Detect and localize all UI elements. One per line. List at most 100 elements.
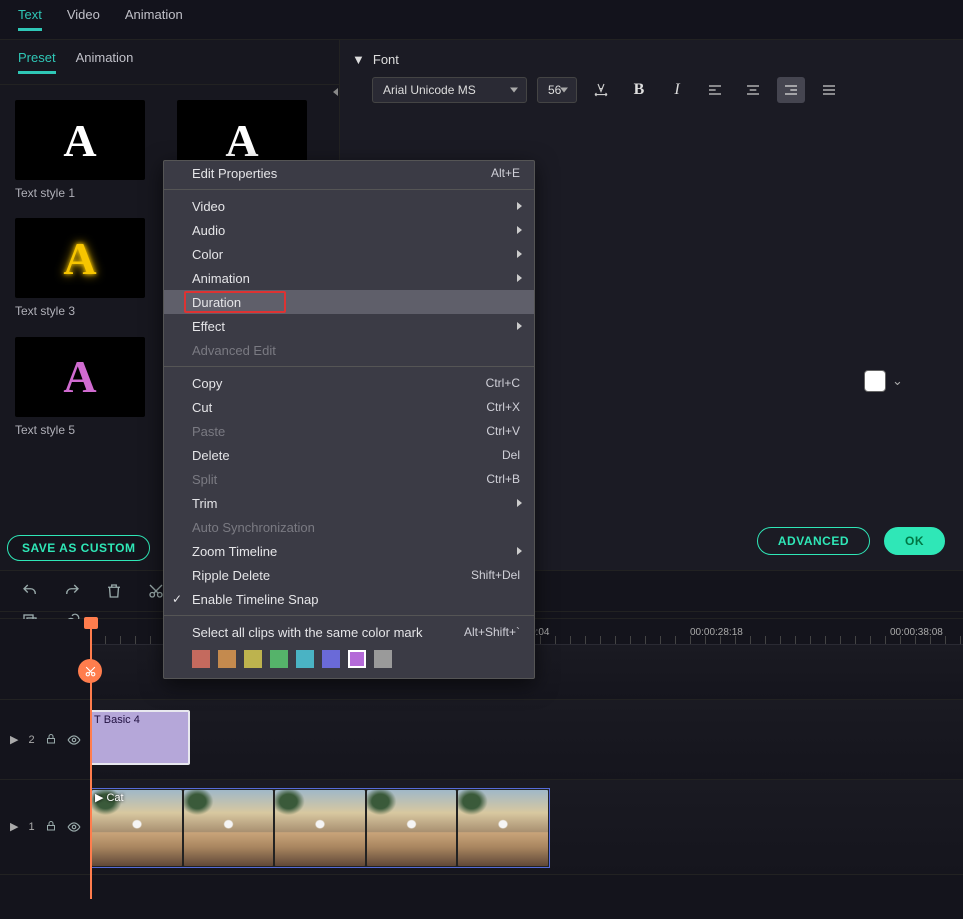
color-mark-row (164, 644, 534, 678)
text-color-picker[interactable]: ⌄ (864, 370, 903, 392)
menu-split: SplitCtrl+B (164, 467, 534, 491)
sub-tab-animation[interactable]: Animation (76, 50, 134, 74)
menu-label: Duration (192, 295, 241, 310)
menu-label: Advanced Edit (192, 343, 276, 358)
razor-handle-icon[interactable] (78, 659, 102, 683)
text-clip[interactable]: T Basic 4 (90, 710, 190, 765)
tab-animation[interactable]: Animation (125, 7, 183, 31)
bold-button[interactable]: B (625, 77, 653, 103)
menu-label: Audio (192, 223, 225, 238)
color-mark-chip[interactable] (322, 650, 340, 668)
font-section-title: Font (373, 52, 399, 67)
preset-glyph: A (225, 114, 258, 167)
font-section-header[interactable]: ▼ Font (352, 52, 943, 67)
preset-glyph: A (63, 114, 96, 167)
color-mark-chip[interactable] (192, 650, 210, 668)
text-clip-icon: T (94, 714, 101, 726)
delete-icon[interactable] (104, 581, 124, 601)
menu-label: Enable Timeline Snap (192, 592, 318, 607)
undo-icon[interactable] (20, 581, 40, 601)
menu-shortcut: Shift+Del (471, 568, 520, 582)
font-family-dropdown[interactable]: Arial Unicode MS (372, 77, 527, 103)
menu-zoom-timeline[interactable]: Zoom Timeline (164, 539, 534, 563)
align-right-button[interactable] (777, 77, 805, 103)
preset-label: Text style 3 (15, 304, 145, 318)
menu-enable-snap[interactable]: ✓ Enable Timeline Snap (164, 587, 534, 611)
preset-label: Text style 1 (15, 186, 145, 200)
video-clip-label: Cat (106, 792, 123, 804)
menu-label: Paste (192, 424, 225, 439)
redo-icon[interactable] (62, 581, 82, 601)
triangle-down-icon: ▼ (352, 52, 365, 67)
preset-item-3[interactable]: A Text style 3 (15, 218, 145, 326)
sub-tab-bar: Preset Animation (0, 40, 339, 85)
color-mark-chip[interactable] (296, 650, 314, 668)
menu-audio[interactable]: Audio (164, 218, 534, 242)
preset-glyph: A (63, 350, 96, 403)
menu-copy[interactable]: Copy Ctrl+C (164, 371, 534, 395)
tab-text[interactable]: Text (18, 7, 42, 31)
video-track-icon: ▶ (10, 733, 18, 747)
context-menu: Edit Properties Alt+E Video Audio Color … (163, 160, 535, 679)
menu-animation[interactable]: Animation (164, 266, 534, 290)
align-left-button[interactable] (701, 77, 729, 103)
menu-label: Zoom Timeline (192, 544, 277, 559)
menu-color[interactable]: Color (164, 242, 534, 266)
menu-paste: Paste Ctrl+V (164, 419, 534, 443)
menu-label: Ripple Delete (192, 568, 270, 583)
align-justify-button[interactable] (815, 77, 843, 103)
lock-icon[interactable] (45, 820, 57, 834)
menu-shortcut: Alt+Shift+` (464, 625, 520, 639)
menu-cut[interactable]: CutCtrl+X (164, 395, 534, 419)
ruler-tick: 00:00:28:18 (690, 627, 743, 638)
color-mark-chip[interactable] (348, 650, 366, 668)
video-track-icon: ▶ (10, 820, 18, 834)
font-size-dropdown[interactable]: 56 (537, 77, 577, 103)
advanced-button[interactable]: ADVANCED (757, 527, 870, 555)
preset-item-1[interactable]: A Text style 1 (15, 100, 145, 208)
eye-icon[interactable] (67, 733, 81, 747)
menu-effect[interactable]: Effect (164, 314, 534, 338)
track-number: 1 (28, 821, 34, 833)
eye-icon[interactable] (67, 820, 81, 834)
color-swatch (864, 370, 886, 392)
color-mark-chip[interactable] (218, 650, 236, 668)
menu-advanced-edit: Advanced Edit (164, 338, 534, 362)
collapse-grip-icon[interactable] (331, 84, 339, 100)
character-spacing-icon[interactable] (587, 77, 615, 103)
menu-duration[interactable]: Duration (164, 290, 534, 314)
menu-edit-properties[interactable]: Edit Properties Alt+E (164, 161, 534, 185)
menu-auto-sync: Auto Synchronization (164, 515, 534, 539)
menu-label: Edit Properties (192, 166, 277, 181)
menu-shortcut: Ctrl+V (486, 424, 520, 438)
save-as-custom-button[interactable]: SAVE AS CUSTOM (7, 535, 150, 561)
sub-tab-preset[interactable]: Preset (18, 50, 56, 74)
preset-item-5[interactable]: A Text style 5 (15, 337, 145, 445)
menu-trim[interactable]: Trim (164, 491, 534, 515)
ruler-tick: 00:00:38:08 (890, 627, 943, 638)
menu-label: Animation (192, 271, 250, 286)
tab-video[interactable]: Video (67, 7, 100, 31)
menu-shortcut: Alt+E (491, 166, 520, 180)
menu-label: Copy (192, 376, 222, 391)
lock-icon[interactable] (45, 733, 57, 747)
menu-shortcut: Ctrl+C (486, 376, 520, 390)
menu-video[interactable]: Video (164, 194, 534, 218)
ok-button[interactable]: OK (884, 527, 945, 555)
menu-label: Auto Synchronization (192, 520, 315, 535)
menu-label: Split (192, 472, 217, 487)
color-mark-chip[interactable] (244, 650, 262, 668)
color-mark-chip[interactable] (374, 650, 392, 668)
menu-ripple-delete[interactable]: Ripple Delete Shift+Del (164, 563, 534, 587)
menu-label: Video (192, 199, 225, 214)
color-mark-chip[interactable] (270, 650, 288, 668)
menu-select-by-color[interactable]: Select all clips with the same color mar… (164, 620, 534, 644)
menu-delete[interactable]: DeleteDel (164, 443, 534, 467)
check-icon: ✓ (172, 592, 182, 606)
menu-label: Trim (192, 496, 218, 511)
chevron-down-icon: ⌄ (892, 373, 903, 389)
menu-label: Cut (192, 400, 212, 415)
align-center-button[interactable] (739, 77, 767, 103)
italic-button[interactable]: I (663, 77, 691, 103)
video-clip[interactable]: ▶ Cat (90, 788, 550, 868)
